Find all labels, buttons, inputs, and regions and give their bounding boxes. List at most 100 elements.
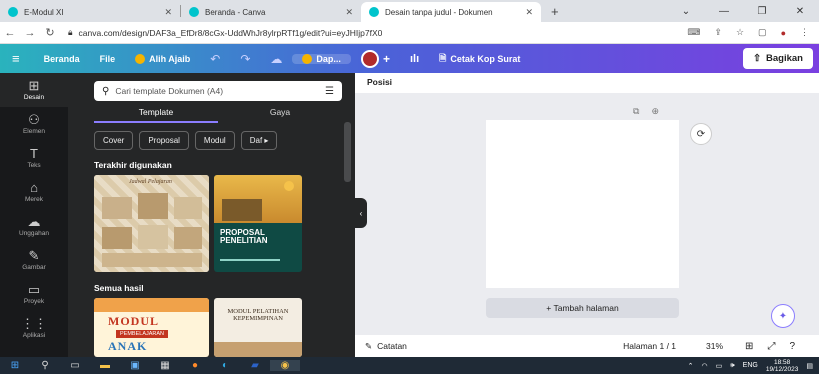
chip-daftar[interactable]: Daf ▸ [240,131,278,150]
tab-style[interactable]: Gaya [218,107,342,123]
home-link[interactable]: Beranda [34,54,90,64]
collapse-panel-icon[interactable]: ‹ [355,198,367,228]
chip-cover[interactable]: Cover [94,131,134,150]
add-collaborator-icon[interactable]: + [383,52,390,66]
document-page[interactable] [486,120,679,288]
sidebar-toggle-icon[interactable]: ▢ [758,27,767,38]
bookmark-star-icon[interactable]: ☆ [736,27,744,38]
close-window-icon[interactable]: ✕ [781,6,819,17]
tab-search-icon[interactable]: ⌄ [667,6,705,17]
task-view-icon[interactable]: ▭ [60,360,90,371]
language-indicator[interactable]: ENG [743,362,758,369]
print-button[interactable]: 🗎︎ Cetak Kop Surat [429,51,530,67]
template-panel: ⚲ Cari template Dokumen (A4) ☰ Template … [68,73,355,357]
browser-tab-active[interactable]: Desain tanpa judul - Dokumen ✕ [361,2,541,22]
browser-tab[interactable]: E-Modul XI ✕ [0,2,180,22]
template-thumb-modul-pelatihan[interactable]: MODUL PELATIHAN KEPEMIMPINAN [214,298,302,357]
template-thumb-modul-anak[interactable]: MODUL PEMBELAJARAN ANAK [94,298,209,357]
tab-template[interactable]: Template [94,107,218,123]
thumb-title: MODUL [108,314,159,328]
menu-hamburger-icon[interactable]: ≡ [0,51,34,66]
refresh-icon[interactable]: ⟳ [690,123,712,145]
share-button[interactable]: ⇧ Bagikan [743,48,813,69]
profile-avatar-icon[interactable]: ● [781,28,786,38]
word-icon[interactable]: ▰ [240,360,270,371]
chrome-icon[interactable]: ◉ [270,360,300,371]
rail-item-proyek[interactable]: ▭ Proyek [0,277,68,311]
rail-item-label: Proyek [23,298,45,305]
canva-top-bar: ≡ Beranda File Alih Ajaib ↶ ↷ ☁ Dap... +… [0,44,819,73]
template-thumb-proposal[interactable]: PROPOSAL PENELITIAN [214,175,302,272]
rail-item-label: Desain [23,94,45,101]
browser-tab[interactable]: Beranda - Canva ✕ [181,2,361,22]
fullscreen-icon[interactable]: ⤢ [767,341,775,352]
battery-icon[interactable]: ▭ [716,362,723,370]
gallery-icon[interactable]: ▣ [120,360,150,371]
reload-icon[interactable]: ↻ [40,26,60,39]
rail-item-gambar[interactable]: ✎ Gambar [0,243,68,277]
help-icon[interactable]: ? [789,341,795,352]
duplicate-page-icon[interactable]: ⧉ [633,106,639,117]
volume-icon[interactable]: 🕪︎ [730,362,734,370]
insights-chart-icon[interactable]: ılı [400,53,429,65]
browser-tab-bar: E-Modul XI ✕ Beranda - Canva ✕ Desain ta… [0,0,819,22]
grid-view-icon[interactable]: ⊞ [745,341,753,352]
minimize-icon[interactable]: — [705,6,743,17]
project-name-button[interactable]: Dap... [292,53,351,64]
file-explorer-icon[interactable]: ▬ [90,360,120,371]
collaborator-avatar[interactable]: + [351,49,400,68]
add-page-button[interactable]: + Tambah halaman [486,298,679,318]
filter-icon[interactable]: ☰ [325,86,334,97]
panel-scrollbar[interactable] [344,122,351,182]
rail-item-merek[interactable]: ⌂ Merek [0,175,68,209]
redo-icon[interactable]: ↷ [230,52,260,66]
magic-help-icon[interactable]: ✦ [771,304,795,328]
wifi-icon[interactable]: ◠ [702,362,708,370]
thumb-title: PROPOSAL PENELITIAN [220,228,268,245]
clock[interactable]: 18:58 19/12/2023 [766,359,799,373]
notes-button[interactable]: ✎ Catatan [365,341,407,352]
template-thumb-schedule[interactable]: Jadwal Pelajaran [94,175,209,272]
position-button[interactable]: Posisi [355,73,819,93]
zoom-level[interactable]: 31% [706,341,723,351]
share-page-icon[interactable]: ⇪ [714,27,722,38]
close-tab-icon[interactable]: ✕ [525,7,533,18]
close-tab-icon[interactable]: ✕ [345,7,353,18]
browser-menu-icon[interactable]: ⋮ [800,27,809,38]
canva-favicon-icon [8,7,18,17]
magic-switch-button[interactable]: Alih Ajaib [125,53,200,64]
search-icon[interactable]: ⚲ [30,360,60,371]
forward-icon[interactable]: → [20,27,40,39]
rail-item-desain[interactable]: ⊞ Desain [0,73,68,107]
cloud-save-icon[interactable]: ☁ [260,52,292,66]
translate-icon[interactable]: ⌨ [687,27,700,38]
add-page-icon[interactable]: ⊕ [651,106,659,117]
notification-icon[interactable]: ▤ [806,362,813,370]
chip-proposal[interactable]: Proposal [139,131,189,150]
edge-icon[interactable]: ◐ [210,360,240,371]
template-search-input[interactable]: ⚲ Cari template Dokumen (A4) ☰ [94,81,342,101]
page-tools: ⧉ ⊕ [633,106,659,117]
chip-modul[interactable]: Modul [194,131,235,150]
undo-icon[interactable]: ↶ [200,52,230,66]
tray-expand-icon[interactable]: ⌃ [688,362,694,370]
close-tab-icon[interactable]: ✕ [164,7,172,18]
rail-item-aplikasi[interactable]: ⋮⋮ Aplikasi [0,311,68,345]
rail-item-teks[interactable]: T Teks [0,141,68,175]
search-icon: ⚲ [102,85,110,97]
windows-start-icon[interactable]: ⊞ [0,360,30,371]
lock-icon: 🔒︎ [68,27,73,37]
new-tab-icon[interactable]: + [541,4,569,19]
canvas-area: Posisi ⧉ ⊕ ⟳ + Tambah halaman ✦ [355,73,819,357]
page-indicator[interactable]: Halaman 1 / 1 [623,341,676,351]
maximize-icon[interactable]: ❐ [743,6,781,17]
rail-item-elemen[interactable]: ⚇ Elemen [0,107,68,141]
upload-share-icon: ⇧ [753,53,762,64]
back-icon[interactable]: ← [0,27,20,39]
firefox-icon[interactable]: ● [180,360,210,371]
search-placeholder: Cari template Dokumen (A4) [115,86,224,96]
rail-item-unggahan[interactable]: ☁ Unggahan [0,209,68,243]
url-field[interactable]: 🔒︎ canva.com/design/DAF3a_EfDr8/8cGx-Udd… [68,27,382,38]
file-menu[interactable]: File [90,54,126,64]
store-icon[interactable]: ▦ [150,360,180,371]
